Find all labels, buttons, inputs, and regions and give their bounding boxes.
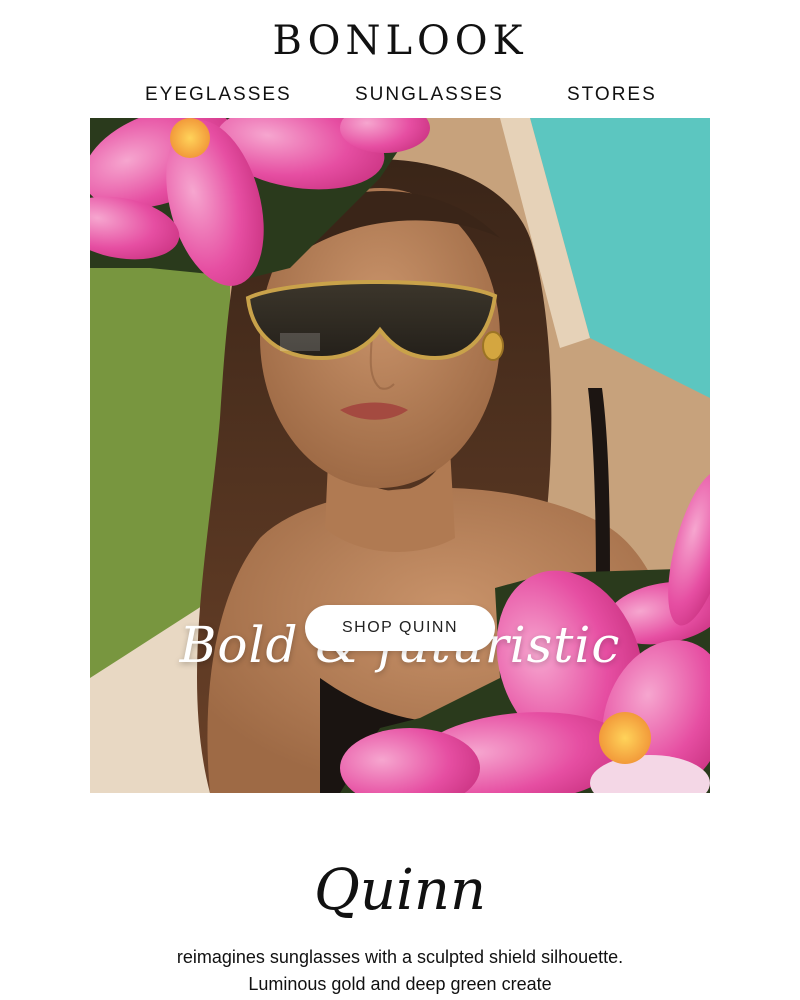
email-page: BONLOOK EYEGLASSES SUNGLASSES STORES Bol… [0, 0, 800, 1000]
product-name: Quinn [313, 858, 487, 923]
main-nav: EYEGLASSES SUNGLASSES STORES [0, 84, 800, 108]
nav-item-sunglasses[interactable]: SUNGLASSES [355, 84, 504, 106]
product-description: reimagines sunglasses with a sculpted sh… [176, 947, 624, 994]
hero-banner[interactable]: Bold & futuristic SHOP QUINN [90, 118, 710, 793]
hero-image [90, 118, 710, 793]
shop-quinn-button[interactable]: SHOP QUINN [305, 605, 495, 651]
nav-item-stores[interactable]: STORES [567, 84, 657, 106]
nav-item-eyeglasses[interactable]: EYEGLASSES [145, 84, 292, 106]
brand-logo[interactable]: BONLOOK [0, 18, 800, 64]
